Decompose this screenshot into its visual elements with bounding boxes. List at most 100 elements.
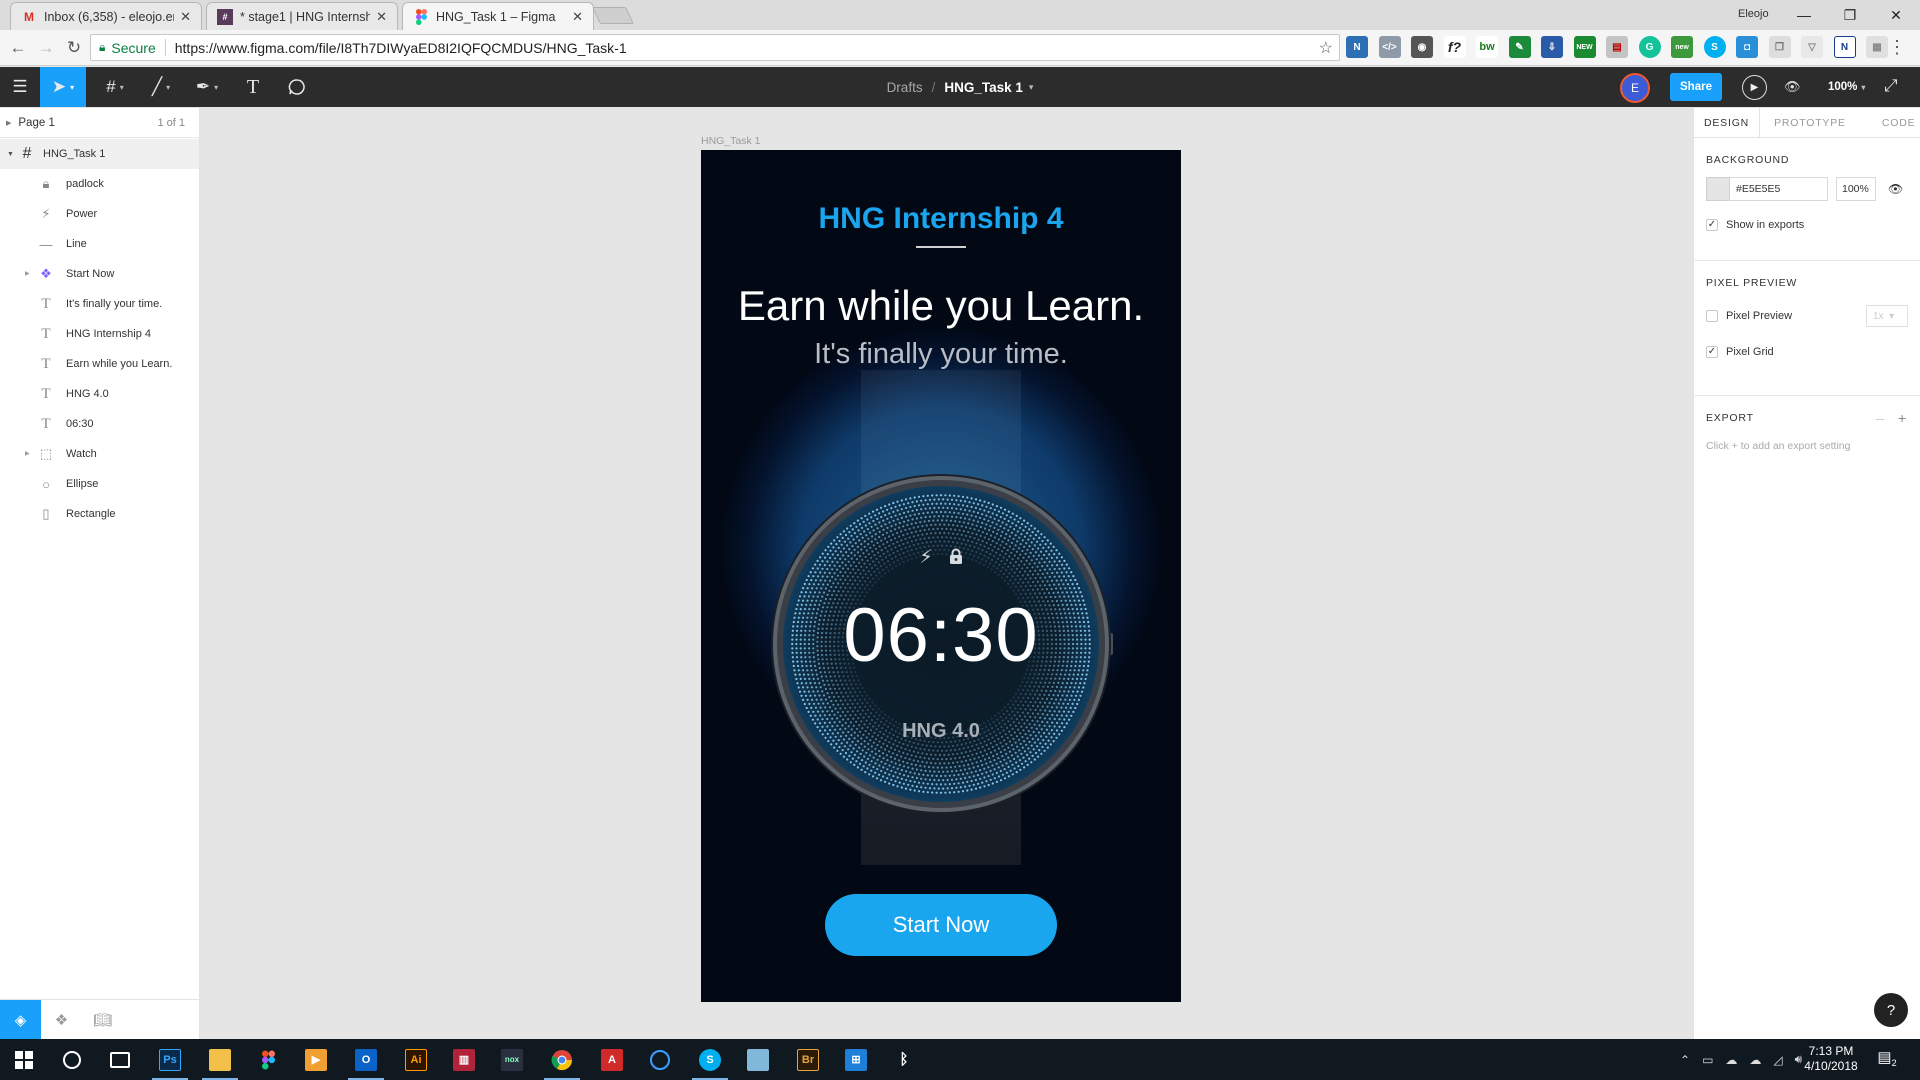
share-button[interactable]: Share [1670, 73, 1722, 101]
onedrive-icon[interactable]: ☁ [1725, 1053, 1737, 1067]
bw-icon[interactable]: bw [1476, 36, 1498, 58]
new-badge-icon[interactable]: new [1671, 36, 1693, 58]
zoom-menu[interactable]: 100% ▾ [1828, 67, 1865, 107]
start-now-button[interactable]: Start Now [825, 894, 1057, 956]
notion-icon[interactable]: N [1833, 36, 1856, 58]
pixel-scale-select[interactable]: 1x ▾ [1866, 305, 1908, 327]
box-icon[interactable]: ◘ [1736, 36, 1758, 58]
cortana-icon[interactable] [48, 1039, 96, 1080]
layer-row[interactable]: ○ Ellipse [0, 469, 199, 499]
layer-row[interactable]: — Line [0, 229, 199, 259]
checkbox-checked[interactable]: ✓ [1706, 346, 1718, 358]
winrar-icon[interactable]: ▥ [440, 1039, 488, 1080]
skype-icon[interactable]: S [1703, 36, 1726, 58]
windows-store-icon[interactable]: ⊞ [832, 1039, 880, 1080]
tab-code[interactable]: CODE [1856, 108, 1920, 138]
layer-row[interactable]: T HNG 4.0 [0, 379, 199, 409]
layer-frame[interactable]: ▼ # HNG_Task 1 [0, 139, 199, 169]
layer-row[interactable]: T HNG Internship 4 [0, 319, 199, 349]
pdf-icon[interactable]: ▤ [1606, 36, 1628, 58]
system-clock[interactable]: 7:13 PM 4/10/2018 [1790, 1044, 1872, 1074]
text-tool-icon[interactable]: T [232, 67, 274, 107]
pen-tool-icon[interactable]: ✒ ▾ [186, 67, 228, 107]
chevron-up-icon[interactable]: ⌃ [1680, 1053, 1690, 1067]
chevron-down-icon[interactable]: ▾ [1029, 82, 1034, 93]
grammarly-icon[interactable]: G [1638, 36, 1661, 58]
puzzle-icon[interactable]: ▦ [1866, 36, 1888, 58]
breadcrumb-drafts[interactable]: Drafts [887, 80, 923, 95]
tab-design[interactable]: DESIGN [1694, 108, 1761, 138]
frame-tool-icon[interactable]: # ▾ [94, 67, 136, 107]
browser-icon[interactable] [636, 1039, 684, 1080]
notepad-icon[interactable] [734, 1039, 782, 1080]
browser-tab-gmail[interactable]: M Inbox (6,358) - eleojo.em ✕ [10, 2, 202, 30]
pixel-preview-checkbox[interactable]: Pixel Preview 1x ▾ [1694, 301, 1920, 331]
minimize-icon[interactable]: — [1784, 2, 1824, 28]
chevron-right-icon[interactable]: ▶ [25, 450, 30, 457]
opacity-input[interactable]: 100% [1836, 177, 1876, 201]
show-in-exports-checkbox[interactable]: ✓ Show in exports [1694, 210, 1920, 240]
avatar[interactable]: E [1620, 73, 1650, 103]
browser-menu-icon[interactable]: ⋮ [1886, 36, 1908, 60]
remove-export-icon[interactable]: – [1876, 410, 1884, 426]
address-bar[interactable]: 🔒︎ Secure https://www.figma.com/file/I8T… [90, 34, 1340, 61]
code-icon[interactable]: </> [1378, 36, 1401, 58]
extension-new-icon[interactable]: N [1346, 36, 1368, 58]
green-new-icon[interactable]: NEW [1573, 36, 1596, 58]
shield-icon[interactable]: ◉ [1411, 36, 1433, 58]
bridge-icon[interactable]: Br [784, 1039, 832, 1080]
battery-icon[interactable]: ▭ [1702, 1053, 1713, 1067]
visibility-eye-icon[interactable]: 👁︎ [1888, 182, 1903, 196]
nox-icon[interactable]: nox [488, 1039, 536, 1080]
acrobat-icon[interactable]: A [588, 1039, 636, 1080]
pixel-grid-checkbox[interactable]: ✓ Pixel Grid [1694, 337, 1920, 367]
task-view-icon[interactable] [96, 1039, 144, 1080]
components-tab-icon[interactable]: ❖ [41, 1000, 82, 1040]
layer-row[interactable]: ▶ ❖ Start Now [0, 259, 199, 289]
layers-tab-icon[interactable]: ◈ [0, 1000, 41, 1040]
profile-name[interactable]: Eleojo [1738, 8, 1769, 20]
illustrator-icon[interactable]: Ai [392, 1039, 440, 1080]
file-explorer-icon[interactable] [196, 1039, 244, 1080]
wifi-icon[interactable]: ◿ [1773, 1053, 1782, 1067]
formula-icon[interactable]: f? [1443, 36, 1466, 58]
notification-center-icon[interactable]: ▤2 [1876, 1048, 1898, 1070]
canvas[interactable]: HNG_Task 1 HNG Internship 4 Earn while y… [200, 108, 1693, 1039]
new-tab-button[interactable] [592, 7, 634, 24]
move-tool-icon[interactable]: ➤ ▾ [40, 67, 86, 107]
stack-icon[interactable]: ▽ [1801, 36, 1823, 58]
back-icon[interactable]: ← [6, 36, 30, 60]
chevron-down-icon[interactable]: ▼ [7, 151, 19, 158]
layer-row[interactable]: 🔒︎ padlock [0, 169, 199, 199]
help-button[interactable]: ? [1874, 993, 1908, 1027]
browser-tab-slack[interactable]: # * stage1 | HNG Internshi ✕ [206, 2, 398, 30]
outlook-icon[interactable]: O [342, 1039, 390, 1080]
figma-icon[interactable] [244, 1039, 292, 1080]
start-icon[interactable] [0, 1039, 48, 1080]
artboard-frame[interactable]: HNG Internship 4 Earn while you Learn. I… [701, 150, 1181, 1002]
comment-tool-icon[interactable] [276, 67, 318, 107]
layer-row[interactable]: T 06:30 [0, 409, 199, 439]
view-settings-icon[interactable]: 👁︎ [1784, 75, 1801, 99]
main-menu-icon[interactable]: ☰ [0, 67, 40, 107]
close-window-icon[interactable]: ✕ [1876, 2, 1916, 28]
layer-row[interactable]: T Earn while you Learn. [0, 349, 199, 379]
layer-row[interactable]: T It's finally your time. [0, 289, 199, 319]
photoshop-icon[interactable]: Ps [146, 1039, 194, 1080]
browser-tab-figma[interactable]: HNG_Task 1 – Figma ✕ [402, 2, 594, 30]
chrome-icon[interactable] [538, 1039, 586, 1080]
file-name[interactable]: HNG_Task 1 [944, 80, 1023, 95]
present-icon[interactable]: ▶ [1742, 75, 1767, 100]
reload-icon[interactable]: ↻ [62, 36, 86, 60]
page-selector[interactable]: ▶ Page 1 1 of 1 [0, 108, 199, 138]
download-icon[interactable]: ⇩ [1541, 36, 1563, 58]
layer-row[interactable]: ⚡︎ Power [0, 199, 199, 229]
library-tab-icon[interactable]: 📖︎ [82, 1000, 123, 1040]
chevron-right-icon[interactable]: ▶ [25, 270, 30, 277]
bookmark-star-icon[interactable]: ☆ [1319, 38, 1333, 58]
url-text[interactable]: https://www.figma.com/file/I8Th7DIWyaED8… [175, 40, 627, 56]
skype-icon[interactable]: S [686, 1039, 734, 1080]
checkbox-checked[interactable]: ✓ [1706, 219, 1718, 231]
forward-icon[interactable]: → [34, 36, 58, 60]
hex-input[interactable]: #E5E5E5 [1730, 177, 1828, 201]
